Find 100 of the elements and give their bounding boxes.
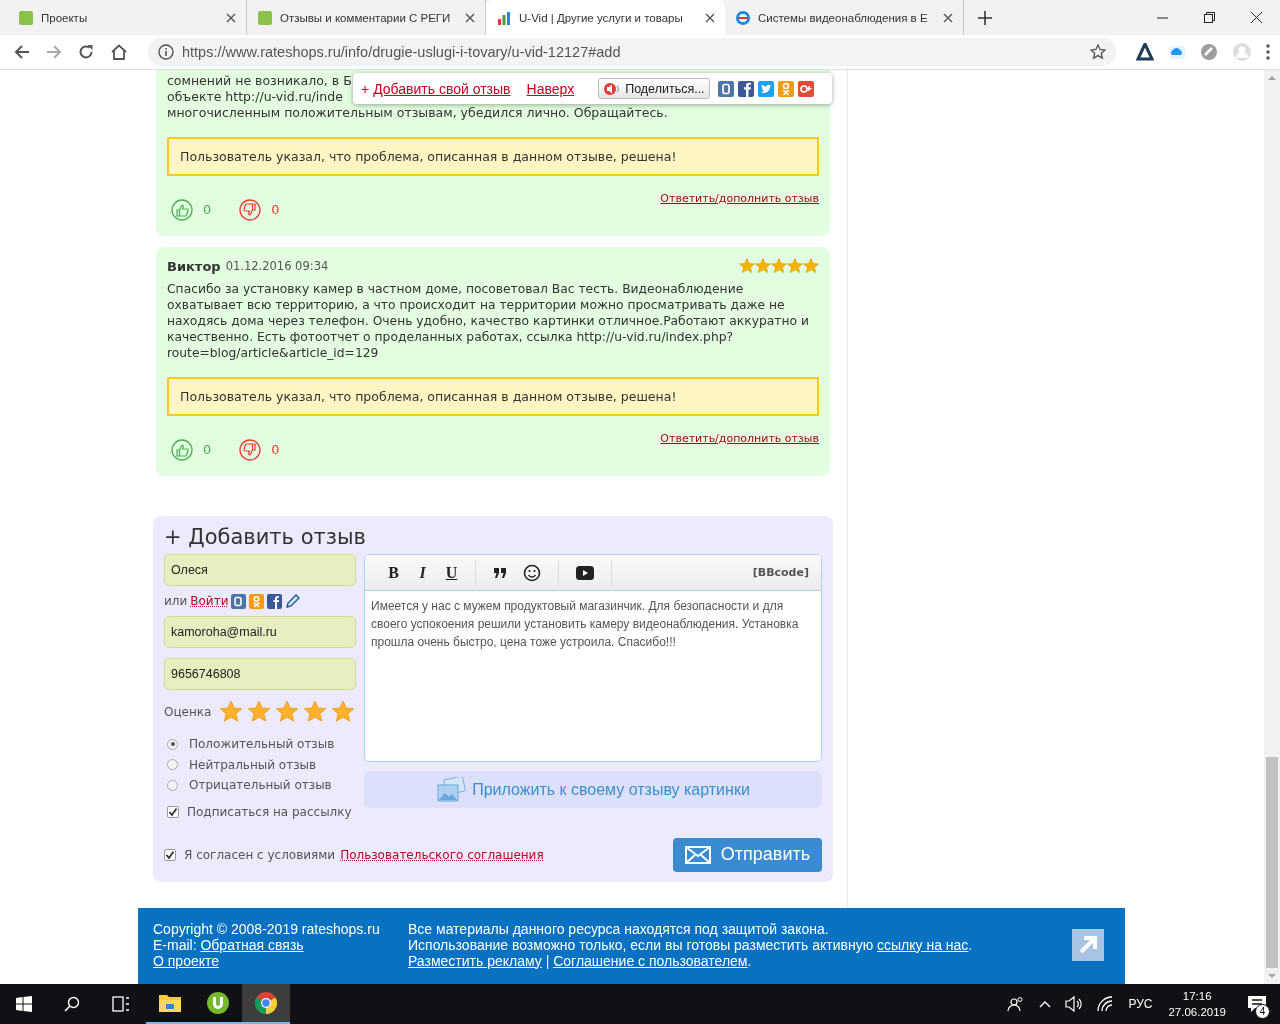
tab-title: U-Vid | Другие услуги и товары: [519, 11, 684, 24]
close-icon[interactable]: [465, 12, 475, 23]
reply-link[interactable]: Ответить/дополнить отзыв: [660, 192, 819, 205]
social-icon[interactable]: [717, 80, 734, 97]
review-text-line: сомнений не возникало, в Б: [167, 73, 352, 89]
radio-button[interactable]: [167, 779, 178, 791]
bbcode-toggle[interactable]: [BBcode]: [752, 566, 809, 579]
star-icon: [755, 258, 771, 274]
clock-date: 27.06.2019: [1168, 1005, 1226, 1020]
favicon-icon: [496, 9, 512, 26]
taskbar-app[interactable]: [242, 984, 290, 1024]
browser-icon: [254, 991, 278, 1015]
star-icon[interactable]: [331, 700, 356, 724]
smiley-icon[interactable]: [523, 563, 541, 582]
usage-text: Использование возможно только, если вы готовы разместить активную: [408, 936, 874, 953]
feedback-link[interactable]: Обратная связь: [200, 936, 304, 953]
quote-icon[interactable]: [493, 566, 507, 579]
star-icon[interactable]: [275, 700, 300, 724]
browser-tab[interactable]: U-Vid | Другие услуги и товары: [486, 0, 725, 35]
volume-icon[interactable]: [1065, 996, 1084, 1012]
restore-icon[interactable]: [1204, 12, 1215, 23]
submit-button[interactable]: Отправить: [673, 837, 822, 872]
thumbs-up-icon[interactable]: [171, 199, 193, 221]
radio-button[interactable]: [167, 759, 178, 771]
add-review-link[interactable]: Добавить свой отзыв: [373, 80, 511, 97]
people-icon[interactable]: [1007, 996, 1026, 1012]
review-text-line: многочисленным положительным отзывам, убедился лично. Обращайтесь.: [167, 105, 668, 121]
star-icon[interactable]: [303, 700, 328, 724]
social-icon[interactable]: [757, 80, 774, 97]
new-tab-icon[interactable]: [978, 10, 992, 25]
checkbox[interactable]: [164, 848, 176, 861]
email-label: E-mail:: [153, 936, 197, 953]
close-icon[interactable]: [943, 12, 953, 23]
social-icon[interactable]: [797, 80, 814, 97]
rating-label: Оценка: [164, 705, 212, 719]
task-view-icon[interactable]: [112, 996, 130, 1012]
close-icon[interactable]: [1251, 12, 1262, 23]
punctuation: .: [747, 952, 752, 969]
home-icon[interactable]: [110, 44, 128, 60]
resolved-notice: Пользователь указал, что проблема, описанная в данном отзыве, решена!: [167, 377, 819, 416]
dislike-count: 0: [271, 202, 280, 217]
thumbs-down-icon[interactable]: [239, 439, 262, 461]
format-button[interactable]: B: [379, 563, 408, 582]
star-icon[interactable]: [247, 700, 272, 724]
social-icon[interactable]: [737, 80, 754, 97]
extension-icon[interactable]: [1136, 43, 1154, 61]
share-button[interactable]: Поделиться...: [598, 78, 710, 99]
social-icon[interactable]: [231, 593, 247, 609]
video-icon[interactable]: [576, 565, 594, 580]
radio-label: Отрицательный отзыв: [189, 778, 332, 793]
format-button[interactable]: I: [408, 563, 437, 582]
login-link[interactable]: Войти: [190, 594, 229, 608]
bookmark-star-icon[interactable]: [1090, 44, 1106, 60]
tab-title: Системы видеонаблюдения в Е: [758, 11, 929, 24]
url-text: https://www.rateshops.ru/info/drugie-uslugi-i-tovary/u-vid-12127#add: [182, 44, 622, 60]
favicon-icon: [735, 9, 751, 26]
reload-icon[interactable]: [78, 44, 94, 60]
close-icon[interactable]: [705, 12, 715, 23]
scrollbar[interactable]: [1264, 70, 1280, 984]
agreement-link[interactable]: Пользовательского соглашения: [340, 847, 544, 862]
advertise-link[interactable]: Разместить рекламу: [408, 952, 542, 969]
checkbox[interactable]: [167, 805, 179, 818]
review-author: Виктор: [167, 258, 221, 274]
about-link[interactable]: О проекте: [153, 952, 220, 969]
radio-button[interactable]: [167, 738, 178, 750]
star-icon[interactable]: [219, 700, 244, 724]
thumbs-up-icon[interactable]: [171, 439, 193, 461]
address-field[interactable]: https://www.rateshops.ru/info/drugie-uslugi-i-tovary/u-vid-12127#add: [148, 38, 1116, 66]
scroll-thumb[interactable]: [1266, 757, 1278, 968]
review-text: Спасибо за установку камер в частном доме, посоветовал Вас тесть. Видеонаблюдение охватывает всю территорию, а что происходит на территории можно просматривать даже не находясь дома через телефон. Очень удобно, качество картинки отличное.Работают аккуратно и качественно. Есть фотоотчет о проделанных работах, ссылка http://u-vid.ru/index.php?route=blog/article&article_id=129: [167, 281, 810, 361]
browser-tab[interactable]: Проекты: [8, 0, 247, 35]
radio-label: Положительный отзыв: [189, 737, 335, 752]
phone-field[interactable]: 9656746808: [164, 658, 356, 690]
punctuation: .: [968, 936, 973, 953]
tab-title: Отзывы и комментарии С РЕГИ: [280, 11, 452, 24]
browser-tab[interactable]: Системы видеонаблюдения в Е: [725, 0, 964, 35]
review-textarea[interactable]: Имеется у нас с мужем продуктовый магазинчик. Для безопасности и для своего успокоения решили установить камеру видеонаблюдения. Установка прошла очень быстро, цена тоже устроила. Спасибо!!!: [365, 591, 821, 657]
caret-up-icon[interactable]: [1039, 1000, 1052, 1008]
pencil-icon[interactable]: [285, 593, 302, 609]
email-field[interactable]: kamoroha@mail.ru: [164, 616, 356, 648]
windows-start-icon[interactable]: [16, 996, 32, 1012]
cloud-icon[interactable]: [1168, 43, 1186, 61]
to-top-link[interactable]: Наверх: [526, 80, 575, 97]
dislike-count: 0: [271, 442, 280, 457]
like-count: 0: [203, 442, 212, 457]
search-icon[interactable]: [64, 996, 80, 1012]
back-icon[interactable]: [14, 44, 30, 60]
wifi-icon[interactable]: [1097, 996, 1114, 1012]
thumbs-down-icon[interactable]: [239, 199, 262, 221]
name-field[interactable]: Олеся: [164, 554, 356, 586]
menu-icon[interactable]: [1266, 44, 1270, 60]
clock-time: 17:16: [1182, 989, 1212, 1004]
speaker-icon: [603, 81, 622, 96]
language-indicator[interactable]: РУС: [1128, 997, 1153, 1011]
close-icon[interactable]: [226, 12, 236, 23]
format-button[interactable]: U: [437, 563, 466, 582]
plus-text: +: [361, 80, 370, 97]
reply-link[interactable]: Ответить/дополнить отзыв: [660, 432, 819, 445]
social-icon[interactable]: [267, 593, 283, 609]
image-icon: [436, 776, 467, 803]
